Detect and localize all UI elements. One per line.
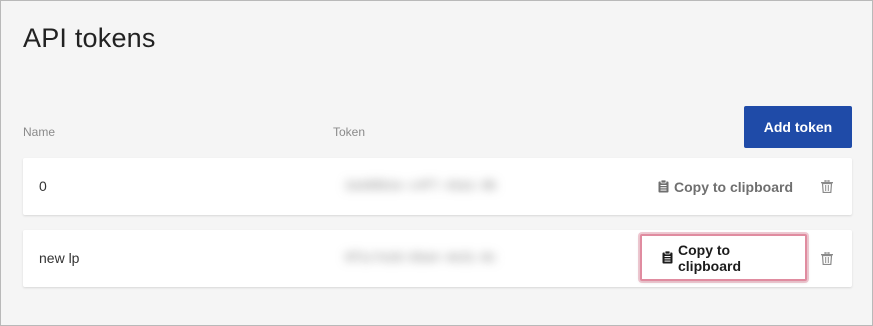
- copy-to-clipboard-button-highlighted[interactable]: Copy to clipboard: [640, 234, 807, 281]
- token-value: 9f1c7e2d-b5a4-4e31-8c: [345, 251, 497, 265]
- api-tokens-panel: API tokens Name Token Add token 0 2a3d5b…: [0, 0, 873, 326]
- token-row: new lp 9f1c7e2d-b5a4-4e31-8c Copy to cli…: [23, 230, 852, 287]
- trash-icon[interactable]: [821, 180, 833, 193]
- copy-label: Copy to clipboard: [674, 178, 793, 195]
- clipboard-icon: [662, 251, 673, 264]
- token-name: 0: [39, 178, 47, 194]
- token-value: 2a3d5b1e-c4f7-42a1-9b: [345, 179, 497, 193]
- column-header-token: Token: [333, 125, 366, 139]
- trash-icon[interactable]: [821, 252, 833, 265]
- add-token-button[interactable]: Add token: [744, 106, 852, 148]
- page-title: API tokens: [23, 23, 156, 53]
- column-header-name: Name: [23, 125, 56, 139]
- copy-label: Copy to clipboard: [678, 241, 742, 274]
- token-name: new lp: [39, 250, 80, 266]
- copy-to-clipboard-button[interactable]: Copy to clipboard: [658, 173, 793, 200]
- clipboard-icon: [658, 180, 669, 193]
- token-row: 0 2a3d5b1e-c4f7-42a1-9b Copy to clipboar…: [23, 158, 852, 215]
